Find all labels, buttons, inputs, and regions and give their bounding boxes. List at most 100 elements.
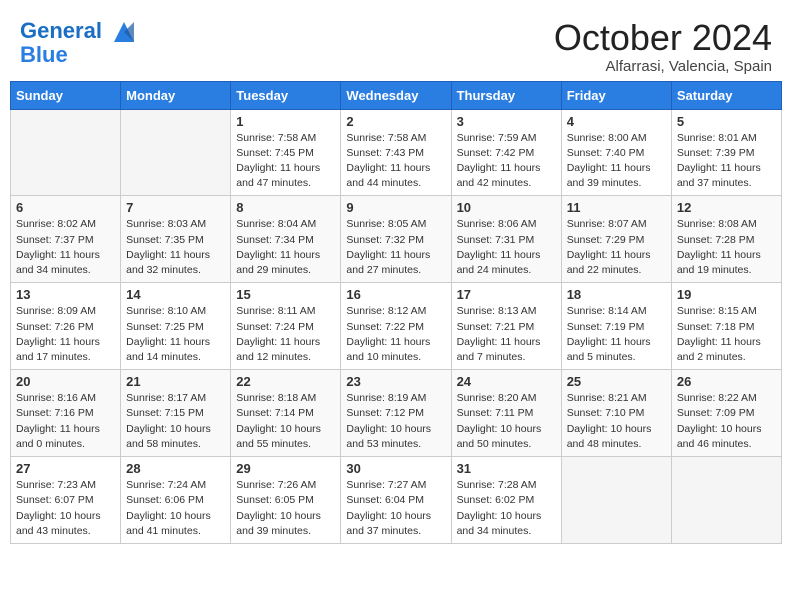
day-of-week-header: Saturday (671, 81, 781, 109)
day-number: 4 (567, 114, 666, 129)
calendar-cell: 29 Sunrise: 7:26 AMSunset: 6:05 PMDayligh… (231, 457, 341, 544)
day-number: 15 (236, 287, 335, 302)
calendar-cell: 24 Sunrise: 8:20 AMSunset: 7:11 PMDayligh… (451, 370, 561, 457)
logo: General Blue (20, 18, 138, 68)
day-info: Sunrise: 7:58 AMSunset: 7:45 PMDaylight:… (236, 131, 335, 192)
calendar-table: SundayMondayTuesdayWednesdayThursdayFrid… (10, 81, 782, 544)
day-info: Sunrise: 8:20 AMSunset: 7:11 PMDaylight:… (457, 391, 556, 452)
day-info: Sunrise: 8:01 AMSunset: 7:39 PMDaylight:… (677, 131, 776, 192)
day-info: Sunrise: 8:03 AMSunset: 7:35 PMDaylight:… (126, 217, 225, 278)
day-info: Sunrise: 7:59 AMSunset: 7:42 PMDaylight:… (457, 131, 556, 192)
day-info: Sunrise: 8:22 AMSunset: 7:09 PMDaylight:… (677, 391, 776, 452)
calendar-week-row: 27Sunrise: 7:23 AMSunset: 6:07 PMDayligh… (11, 457, 782, 544)
day-of-week-header: Friday (561, 81, 671, 109)
calendar-cell: 7 Sunrise: 8:03 AMSunset: 7:35 PMDaylight… (121, 196, 231, 283)
calendar-cell: 17Sunrise: 8:13 AMSunset: 7:21 PMDayligh… (451, 283, 561, 370)
day-of-week-header: Tuesday (231, 81, 341, 109)
calendar-cell: 31 Sunrise: 7:28 AMSunset: 6:02 PMDayligh… (451, 457, 561, 544)
day-number: 11 (567, 200, 666, 215)
day-number: 21 (126, 374, 225, 389)
day-info: Sunrise: 8:19 AMSunset: 7:12 PMDaylight:… (346, 391, 445, 452)
day-info: Sunrise: 8:21 AMSunset: 7:10 PMDaylight:… (567, 391, 666, 452)
day-info: Sunrise: 8:11 AMSunset: 7:24 PMDaylight:… (236, 304, 335, 365)
day-number: 7 (126, 200, 225, 215)
calendar-cell: 23 Sunrise: 8:19 AMSunset: 7:12 PMDayligh… (341, 370, 451, 457)
day-number: 20 (16, 374, 115, 389)
day-of-week-header: Wednesday (341, 81, 451, 109)
calendar-cell: 18 Sunrise: 8:14 AMSunset: 7:19 PMDayligh… (561, 283, 671, 370)
calendar-cell: 19Sunrise: 8:15 AMSunset: 7:18 PMDayligh… (671, 283, 781, 370)
calendar-cell: 3 Sunrise: 7:59 AMSunset: 7:42 PMDaylight… (451, 109, 561, 196)
calendar-cell (671, 457, 781, 544)
calendar-week-row: 20 Sunrise: 8:16 AMSunset: 7:16 PMDayligh… (11, 370, 782, 457)
day-number: 13 (16, 287, 115, 302)
day-number: 27 (16, 461, 115, 476)
day-number: 25 (567, 374, 666, 389)
calendar-week-row: 13 Sunrise: 8:09 AMSunset: 7:26 PMDayligh… (11, 283, 782, 370)
day-number: 19 (677, 287, 776, 302)
day-info: Sunrise: 8:00 AMSunset: 7:40 PMDaylight:… (567, 131, 666, 192)
day-number: 16 (346, 287, 445, 302)
calendar-cell: 16 Sunrise: 8:12 AMSunset: 7:22 PMDayligh… (341, 283, 451, 370)
calendar-cell: 25 Sunrise: 8:21 AMSunset: 7:10 PMDayligh… (561, 370, 671, 457)
day-number: 8 (236, 200, 335, 215)
day-info: Sunrise: 7:58 AMSunset: 7:43 PMDaylight:… (346, 131, 445, 192)
day-number: 28 (126, 461, 225, 476)
calendar-cell (11, 109, 121, 196)
day-info: Sunrise: 7:28 AMSunset: 6:02 PMDaylight:… (457, 478, 556, 539)
day-number: 18 (567, 287, 666, 302)
calendar-cell: 14 Sunrise: 8:10 AMSunset: 7:25 PMDayligh… (121, 283, 231, 370)
page-header: General Blue October 2024 Alfarrasi, Val… (10, 10, 782, 81)
day-number: 26 (677, 374, 776, 389)
day-info: Sunrise: 8:05 AMSunset: 7:32 PMDaylight:… (346, 217, 445, 278)
day-info: Sunrise: 8:14 AMSunset: 7:19 PMDaylight:… (567, 304, 666, 365)
day-info: Sunrise: 8:12 AMSunset: 7:22 PMDaylight:… (346, 304, 445, 365)
location-subtitle: Alfarrasi, Valencia, Spain (554, 58, 772, 75)
day-number: 1 (236, 114, 335, 129)
day-info: Sunrise: 8:10 AMSunset: 7:25 PMDaylight:… (126, 304, 225, 365)
day-info: Sunrise: 8:07 AMSunset: 7:29 PMDaylight:… (567, 217, 666, 278)
calendar-cell: 30 Sunrise: 7:27 AMSunset: 6:04 PMDayligh… (341, 457, 451, 544)
calendar-header-row: SundayMondayTuesdayWednesdayThursdayFrid… (11, 81, 782, 109)
calendar-cell: 10Sunrise: 8:06 AMSunset: 7:31 PMDayligh… (451, 196, 561, 283)
day-number: 2 (346, 114, 445, 129)
calendar-cell: 2 Sunrise: 7:58 AMSunset: 7:43 PMDaylight… (341, 109, 451, 196)
day-info: Sunrise: 8:18 AMSunset: 7:14 PMDaylight:… (236, 391, 335, 452)
day-info: Sunrise: 8:09 AMSunset: 7:26 PMDaylight:… (16, 304, 115, 365)
day-number: 31 (457, 461, 556, 476)
day-number: 9 (346, 200, 445, 215)
calendar-cell: 26 Sunrise: 8:22 AMSunset: 7:09 PMDayligh… (671, 370, 781, 457)
day-number: 23 (346, 374, 445, 389)
day-number: 10 (457, 200, 556, 215)
day-of-week-header: Monday (121, 81, 231, 109)
day-info: Sunrise: 8:16 AMSunset: 7:16 PMDaylight:… (16, 391, 115, 452)
day-info: Sunrise: 7:26 AMSunset: 6:05 PMDaylight:… (236, 478, 335, 539)
calendar-cell: 9 Sunrise: 8:05 AMSunset: 7:32 PMDaylight… (341, 196, 451, 283)
day-info: Sunrise: 7:27 AMSunset: 6:04 PMDaylight:… (346, 478, 445, 539)
calendar-cell: 22 Sunrise: 8:18 AMSunset: 7:14 PMDayligh… (231, 370, 341, 457)
calendar-cell: 21Sunrise: 8:17 AMSunset: 7:15 PMDayligh… (121, 370, 231, 457)
day-info: Sunrise: 8:04 AMSunset: 7:34 PMDaylight:… (236, 217, 335, 278)
day-info: Sunrise: 8:02 AMSunset: 7:37 PMDaylight:… (16, 217, 115, 278)
day-number: 29 (236, 461, 335, 476)
day-number: 30 (346, 461, 445, 476)
calendar-cell: 8 Sunrise: 8:04 AMSunset: 7:34 PMDaylight… (231, 196, 341, 283)
calendar-cell: 4 Sunrise: 8:00 AMSunset: 7:40 PMDaylight… (561, 109, 671, 196)
calendar-cell (561, 457, 671, 544)
calendar-week-row: 1 Sunrise: 7:58 AMSunset: 7:45 PMDaylight… (11, 109, 782, 196)
calendar-cell: 20 Sunrise: 8:16 AMSunset: 7:16 PMDayligh… (11, 370, 121, 457)
calendar-cell: 1 Sunrise: 7:58 AMSunset: 7:45 PMDaylight… (231, 109, 341, 196)
day-info: Sunrise: 8:08 AMSunset: 7:28 PMDaylight:… (677, 217, 776, 278)
calendar-cell: 27Sunrise: 7:23 AMSunset: 6:07 PMDayligh… (11, 457, 121, 544)
day-number: 14 (126, 287, 225, 302)
day-number: 22 (236, 374, 335, 389)
month-title: October 2024 (554, 18, 772, 58)
day-number: 24 (457, 374, 556, 389)
day-number: 3 (457, 114, 556, 129)
calendar-cell: 13 Sunrise: 8:09 AMSunset: 7:26 PMDayligh… (11, 283, 121, 370)
calendar-cell: 12Sunrise: 8:08 AMSunset: 7:28 PMDayligh… (671, 196, 781, 283)
calendar-week-row: 6 Sunrise: 8:02 AMSunset: 7:37 PMDaylight… (11, 196, 782, 283)
day-number: 6 (16, 200, 115, 215)
logo-icon (110, 18, 138, 46)
day-number: 17 (457, 287, 556, 302)
